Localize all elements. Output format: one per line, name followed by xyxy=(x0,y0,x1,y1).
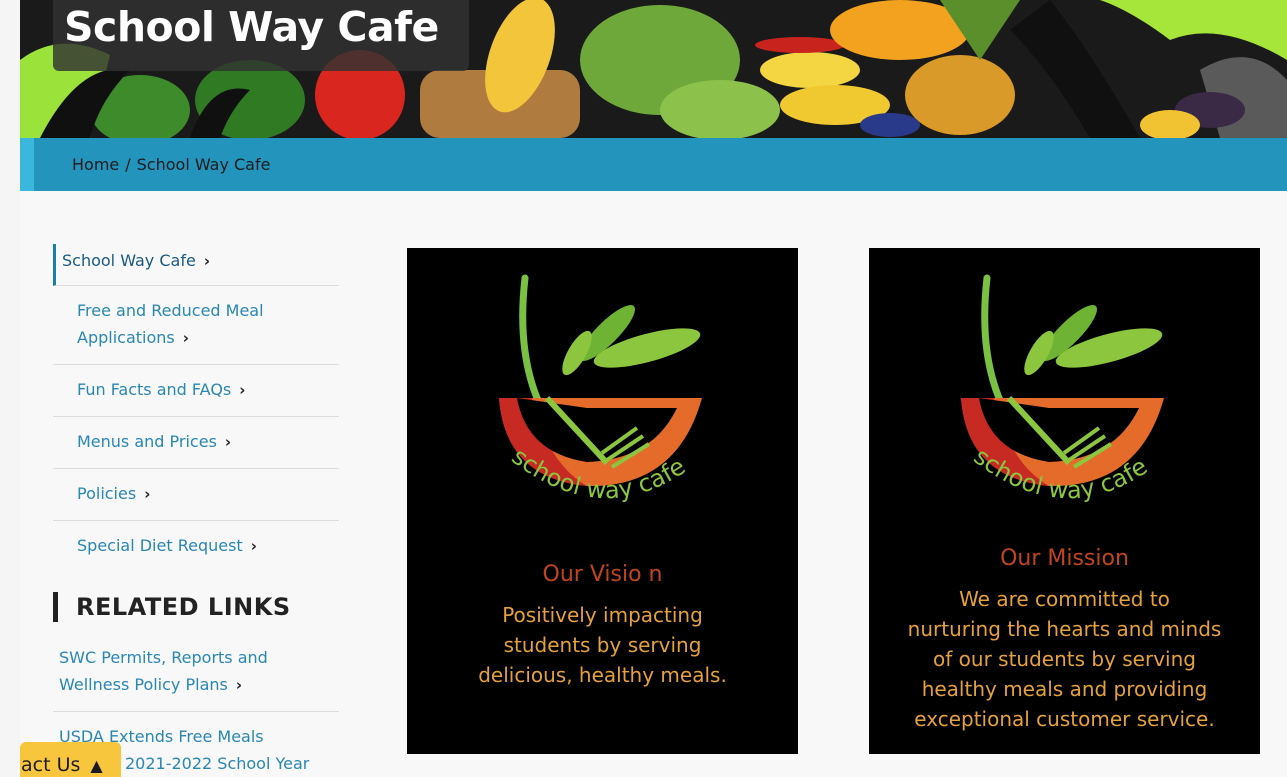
mission-heading: Our Mission xyxy=(1000,546,1129,571)
vision-text-line: students by serving xyxy=(503,633,702,657)
mission-text-line: of our students by serving xyxy=(933,647,1196,671)
sidebar-item-label: Special Diet Request xyxy=(77,536,243,555)
sidebar-item-free-reduced-meal[interactable]: Free and Reduced Meal Applications › xyxy=(53,286,339,365)
sidebar-item-label: Free and Reduced Meal xyxy=(77,301,264,320)
chevron-right-icon: › xyxy=(203,252,210,270)
sidebar-item-label: Menus and Prices xyxy=(77,432,217,451)
related-link-label: SWC Permits, Reports and xyxy=(59,648,268,667)
breadcrumb-separator: / xyxy=(125,155,131,174)
breadcrumb-bar: Home / School Way Cafe xyxy=(20,138,1287,191)
related-link-swc-permits[interactable]: SWC Permits, Reports and Wellness Policy… xyxy=(53,644,339,712)
section-sidebar-nav: School Way Cafe › Free and Reduced Meal A… xyxy=(53,244,339,571)
vision-heading: Our Visio n xyxy=(542,562,663,587)
breadcrumb-bar-accent xyxy=(20,138,34,191)
mission-text-line: exceptional customer service. xyxy=(914,707,1215,731)
chevron-right-icon: › xyxy=(239,381,246,399)
page-left-margin xyxy=(0,0,20,777)
breadcrumb-home-link[interactable]: Home xyxy=(72,155,119,174)
sidebar-item-label: Policies xyxy=(77,484,137,503)
mission-text: We are committed to nurturing the hearts… xyxy=(869,584,1260,734)
breadcrumb-current: School Way Cafe xyxy=(136,155,271,174)
mission-card: school way cafe Our Mission We are commi… xyxy=(869,248,1260,754)
chevron-right-icon: › xyxy=(224,433,232,451)
chevron-right-icon: › xyxy=(250,537,257,555)
sidebar-item-label: School Way Cafe xyxy=(62,251,196,270)
mission-text-line: healthy meals and providing xyxy=(921,677,1208,701)
mission-text-line: nurturing the hearts and minds xyxy=(907,617,1222,641)
breadcrumb: Home / School Way Cafe xyxy=(72,138,270,191)
vision-text-line: delicious, healthy meals. xyxy=(478,663,727,687)
vision-text: Positively impacting students by serving… xyxy=(407,600,798,690)
sidebar-item-fun-facts[interactable]: Fun Facts and FAQs › xyxy=(53,365,339,417)
chevron-right-icon: › xyxy=(235,676,243,694)
vision-card: school way cafe Our Visio n Positively i… xyxy=(407,248,798,754)
contact-us-label: act Us xyxy=(21,754,81,776)
sidebar-item-label: Applications xyxy=(77,328,175,347)
related-link-label: Wellness Policy Plans xyxy=(59,675,228,694)
sidebar-item-policies[interactable]: Policies › xyxy=(53,469,339,521)
school-way-cafe-logo: school way cafe xyxy=(961,274,1164,505)
chevron-right-icon: › xyxy=(182,329,189,347)
page-title: School Way Cafe xyxy=(64,3,439,51)
related-links-heading: RELATED LINKS xyxy=(53,592,291,622)
contact-us-tab[interactable]: act Us ▲ xyxy=(20,742,121,777)
sidebar-item-menus-prices[interactable]: Menus and Prices › xyxy=(53,417,339,469)
arrow-up-icon: ▲ xyxy=(90,756,103,775)
sidebar-item-label: Fun Facts and FAQs xyxy=(77,380,232,399)
sidebar-item-special-diet[interactable]: Special Diet Request › xyxy=(53,521,339,571)
vision-text-line: Positively impacting xyxy=(502,603,703,627)
banner-title-box: School Way Cafe xyxy=(53,0,469,71)
school-way-cafe-logo: school way cafe xyxy=(499,274,702,505)
chevron-right-icon: › xyxy=(144,485,151,503)
sidebar-item-school-way-cafe[interactable]: School Way Cafe › xyxy=(53,244,339,286)
mission-text-line: We are committed to xyxy=(959,587,1170,611)
